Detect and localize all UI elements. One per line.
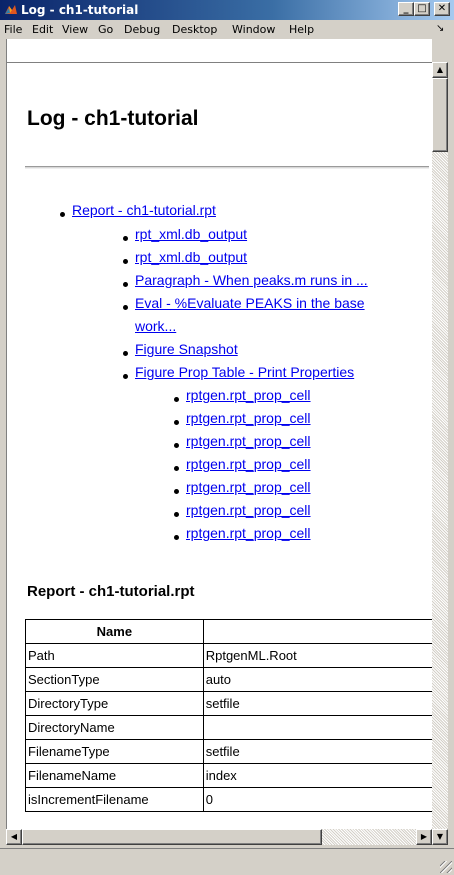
matlab-icon <box>5 5 17 14</box>
property-name: DirectoryType <box>25 691 204 716</box>
toc-item-report[interactable]: Report - ch1-tutorial.rpt <box>72 202 216 218</box>
resize-grip-icon[interactable] <box>440 861 452 873</box>
menu-debug[interactable]: Debug <box>124 23 160 36</box>
toc-item-db-output-1[interactable]: rpt_xml.db_output <box>135 226 247 242</box>
property-name: Path <box>25 643 204 668</box>
bullet-icon <box>60 212 65 217</box>
log-window: Log - ch1-tutorial _ □ ✕ File Edit View … <box>0 0 454 875</box>
down-arrow-icon: ▼ <box>436 832 444 841</box>
toc-item-prop-cell[interactable]: rptgen.rpt_prop_cell <box>186 433 311 449</box>
property-value <box>202 715 432 740</box>
toc-item-paragraph[interactable]: Paragraph - When peaks.m runs in ... <box>135 272 368 288</box>
menu-window[interactable]: Window <box>232 23 275 36</box>
scroll-down-button[interactable]: ▼ <box>432 829 448 845</box>
dock-arrow-icon[interactable]: ↘ <box>436 23 444 34</box>
table-row: DirectoryType setfile <box>25 691 432 716</box>
menu-go[interactable]: Go <box>98 23 113 36</box>
close-icon: ✕ <box>437 3 447 14</box>
bullet-icon <box>174 420 179 425</box>
left-arrow-icon: ◀ <box>10 832 18 841</box>
maximize-icon: □ <box>417 3 427 14</box>
table-row: isIncrementFilename 0 <box>25 787 432 812</box>
toc-item-prop-cell[interactable]: rptgen.rpt_prop_cell <box>186 479 311 495</box>
property-name: DirectoryName <box>25 715 204 740</box>
table-row: DirectoryName <box>25 715 432 740</box>
toc-item-figure-prop-table[interactable]: Figure Prop Table - Print Properties <box>135 364 354 380</box>
status-bar <box>0 848 454 875</box>
column-header-name: Name <box>25 619 204 644</box>
menu-desktop[interactable]: Desktop <box>172 23 217 36</box>
property-name: isIncrementFilename <box>25 787 204 812</box>
properties-table: Name Path RptgenML.Root SectionType auto… <box>25 619 432 812</box>
table-row: Path RptgenML.Root <box>25 643 432 668</box>
toc-item-eval[interactable]: Eval - %Evaluate PEAKS in the base <box>135 295 365 311</box>
section-heading: Report - ch1-tutorial.rpt <box>27 583 195 600</box>
bullet-icon <box>174 535 179 540</box>
page-title: Log - ch1-tutorial <box>27 107 199 130</box>
html-viewer: Log - ch1-tutorial Report - ch1-tutorial… <box>6 62 432 840</box>
toc-item-eval-continued[interactable]: work... <box>135 318 176 334</box>
menu-file[interactable]: File <box>4 23 22 36</box>
bullet-icon <box>123 282 128 287</box>
property-name: FilenameName <box>25 763 204 788</box>
table-row: SectionType auto <box>25 667 432 692</box>
toc-item-prop-cell[interactable]: rptgen.rpt_prop_cell <box>186 502 311 518</box>
minimize-icon: _ <box>403 3 409 14</box>
menu-help[interactable]: Help <box>289 23 314 36</box>
bullet-icon <box>123 236 128 241</box>
scroll-left-button[interactable]: ◀ <box>6 829 22 845</box>
toc-item-prop-cell[interactable]: rptgen.rpt_prop_cell <box>186 525 311 541</box>
window-title: Log - ch1-tutorial <box>21 3 139 17</box>
close-button[interactable]: ✕ <box>434 2 450 16</box>
bullet-icon <box>174 443 179 448</box>
menu-view[interactable]: View <box>62 23 88 36</box>
menu-bar: File Edit View Go Debug Desktop Window H… <box>0 20 454 39</box>
property-name: FilenameType <box>25 739 204 764</box>
scroll-up-button[interactable]: ▲ <box>432 62 448 78</box>
scroll-right-button[interactable]: ▶ <box>416 829 432 845</box>
toc-item-prop-cell[interactable]: rptgen.rpt_prop_cell <box>186 387 311 403</box>
right-arrow-icon: ▶ <box>420 832 428 841</box>
property-value: setfile <box>202 691 432 716</box>
table-row: FilenameName index <box>25 763 432 788</box>
vertical-scrollbar[interactable]: ▲ ▼ <box>432 62 448 845</box>
toc-item-prop-cell[interactable]: rptgen.rpt_prop_cell <box>186 410 311 426</box>
content-top-margin <box>6 39 432 62</box>
table-header-row: Name <box>25 619 432 644</box>
bullet-icon <box>123 374 128 379</box>
bullet-icon <box>174 489 179 494</box>
property-value: auto <box>202 667 432 692</box>
toc-item-prop-cell[interactable]: rptgen.rpt_prop_cell <box>186 456 311 472</box>
horizontal-scroll-thumb[interactable] <box>22 829 322 845</box>
property-value: index <box>202 763 432 788</box>
bullet-icon <box>174 512 179 517</box>
table-row: FilenameType setfile <box>25 739 432 764</box>
title-bar[interactable]: Log - ch1-tutorial _ □ ✕ <box>0 0 454 20</box>
menu-edit[interactable]: Edit <box>32 23 53 36</box>
column-header-value <box>202 619 432 644</box>
minimize-button[interactable]: _ <box>398 2 414 16</box>
property-value: 0 <box>202 787 432 812</box>
maximize-button[interactable]: □ <box>414 2 430 16</box>
bullet-icon <box>123 351 128 356</box>
log-page: Log - ch1-tutorial Report - ch1-tutorial… <box>7 63 432 812</box>
horizontal-rule <box>25 166 429 169</box>
toc-item-db-output-2[interactable]: rpt_xml.db_output <box>135 249 247 265</box>
bullet-icon <box>174 397 179 402</box>
property-name: SectionType <box>25 667 204 692</box>
property-value: RptgenML.Root <box>202 643 432 668</box>
bullet-icon <box>123 305 128 310</box>
vertical-scroll-thumb[interactable] <box>432 78 448 152</box>
property-value: setfile <box>202 739 432 764</box>
up-arrow-icon: ▲ <box>436 65 444 74</box>
toc-item-figure-snapshot[interactable]: Figure Snapshot <box>135 341 238 357</box>
bullet-icon <box>174 466 179 471</box>
bullet-icon <box>123 259 128 264</box>
horizontal-scrollbar[interactable]: ◀ ▶ <box>6 829 432 845</box>
